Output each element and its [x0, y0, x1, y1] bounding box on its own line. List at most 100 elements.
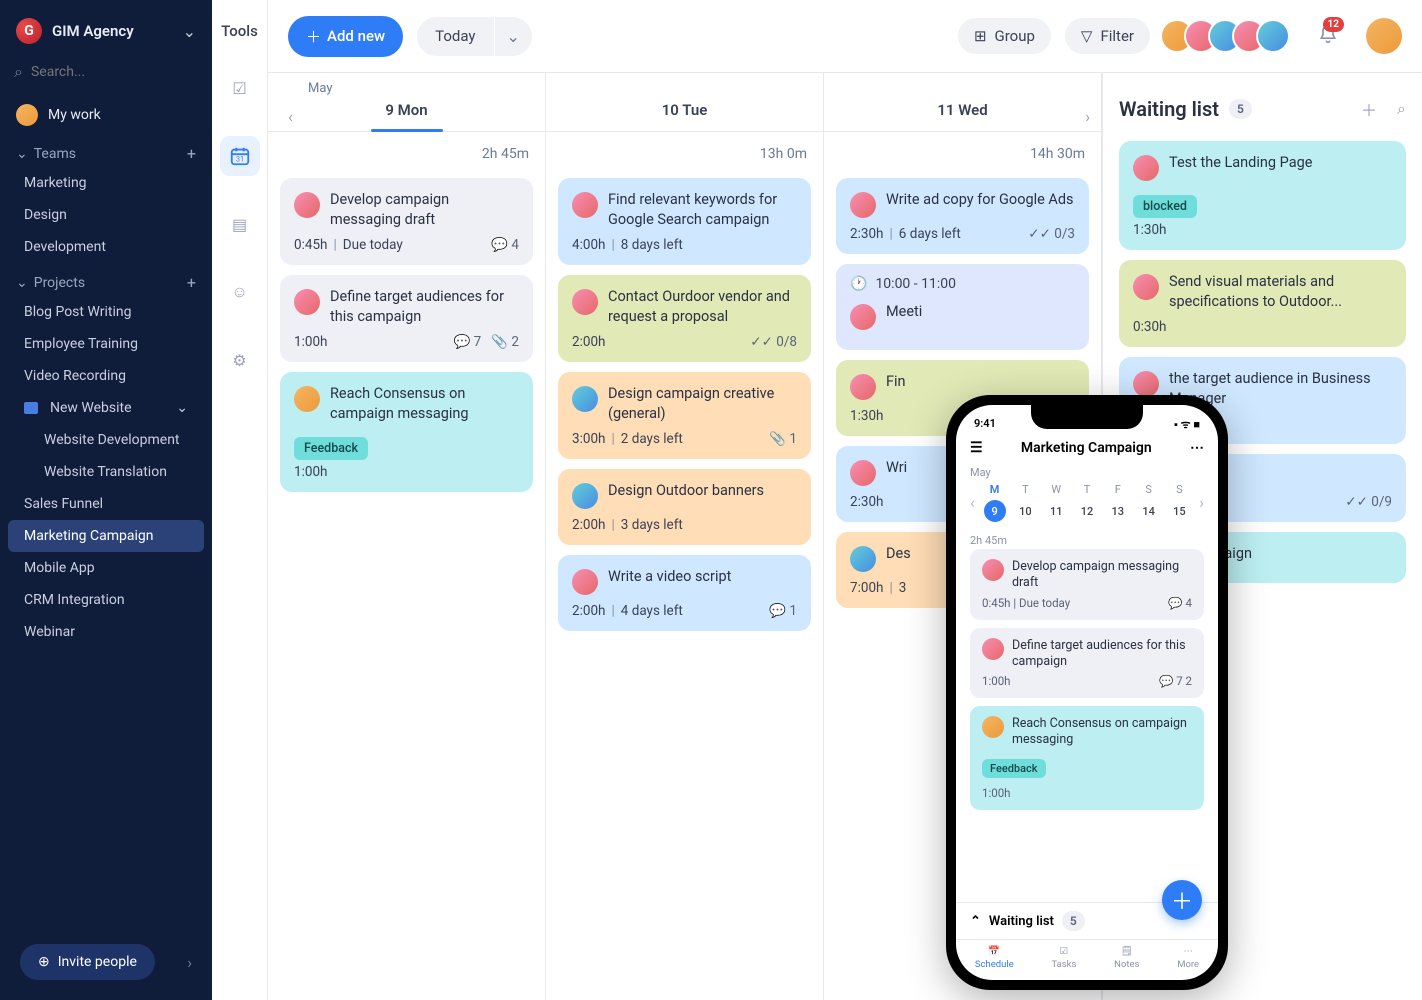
- member-avatars[interactable]: [1170, 19, 1290, 53]
- avatar: [850, 192, 876, 218]
- next-day[interactable]: ›: [1085, 107, 1090, 126]
- waiting-card[interactable]: Send visual materials and specifications…: [1119, 260, 1406, 347]
- phone-prev[interactable]: ‹: [970, 493, 975, 512]
- phone-month: May: [970, 466, 1204, 479]
- filter-icon: ▽: [1081, 27, 1093, 45]
- task-card[interactable]: Reach Consensus on campaign messagingFee…: [280, 372, 533, 492]
- add-project-icon[interactable]: +: [187, 273, 196, 292]
- sidebar-item[interactable]: Marketing Campaign: [8, 520, 204, 552]
- search-row[interactable]: ⌕: [14, 62, 198, 82]
- sidebar-item[interactable]: New Website⌄: [8, 392, 204, 424]
- schedule-board: May ‹ › 9 Mon2h 45mDevelop campaign mess…: [268, 72, 1422, 1000]
- add-new-button[interactable]: ＋ Add new: [288, 16, 403, 57]
- task-card[interactable]: Write a video script2:00h|4 days left💬 1: [558, 555, 811, 631]
- sidebar-item[interactable]: Sales Funnel: [8, 488, 204, 520]
- projects-section[interactable]: ⌄ Projects +: [0, 263, 212, 296]
- task-card[interactable]: Contact Ourdoor vendor and request a pro…: [558, 275, 811, 362]
- avatar: [294, 386, 320, 412]
- phone-tab[interactable]: 🗒Notes: [1114, 946, 1139, 970]
- task-card[interactable]: Define target audiences for this campaig…: [280, 275, 533, 362]
- phone-day[interactable]: T10: [1014, 483, 1036, 522]
- group-button[interactable]: ⊞ Group: [958, 18, 1051, 54]
- gear-icon[interactable]: ⚙: [220, 340, 260, 380]
- today-button[interactable]: Today: [417, 17, 493, 56]
- workspace-switcher[interactable]: G GIM Agency ⌄: [0, 0, 212, 56]
- comment-icon: 💬 1: [769, 603, 797, 619]
- sidebar-item[interactable]: Marketing: [8, 167, 204, 199]
- agency-name: GIM Agency: [52, 22, 173, 40]
- phone-day[interactable]: S14: [1138, 483, 1160, 522]
- sidebar-item[interactable]: Website Translation: [8, 456, 204, 488]
- prev-day[interactable]: ‹: [288, 107, 293, 126]
- more-icon[interactable]: ⋯: [1190, 440, 1204, 456]
- waiting-card[interactable]: Test the Landing Pageblocked1:30h: [1119, 141, 1406, 250]
- attachment-icon: 📎 2: [491, 334, 519, 350]
- my-work[interactable]: My work: [0, 96, 212, 134]
- phone-day[interactable]: M9: [984, 483, 1006, 522]
- document-icon[interactable]: ▤: [220, 204, 260, 244]
- sidebar-item[interactable]: Design: [8, 199, 204, 231]
- phone-fab[interactable]: ＋: [1162, 880, 1202, 920]
- sidebar-item[interactable]: Development: [8, 231, 204, 263]
- day-header[interactable]: 9 Mon: [268, 73, 545, 132]
- phone-task-card[interactable]: Develop campaign messaging draft0:45h | …: [970, 549, 1204, 620]
- sidebar-item[interactable]: Blog Post Writing: [8, 296, 204, 328]
- user-avatar[interactable]: [1366, 18, 1402, 54]
- avatar: [850, 460, 876, 486]
- sidebar: G GIM Agency ⌄ ⌕ My work ⌄ Teams + Marke…: [0, 0, 212, 1000]
- checklist-icon[interactable]: ☑: [220, 68, 260, 108]
- avatar: [850, 304, 876, 330]
- sidebar-item[interactable]: CRM Integration: [8, 584, 204, 616]
- task-card[interactable]: Write ad copy for Google Ads2:30h|6 days…: [836, 178, 1089, 254]
- day-header[interactable]: 11 Wed: [824, 73, 1101, 132]
- avatar: [572, 289, 598, 315]
- avatar: [16, 104, 38, 126]
- sidebar-item[interactable]: Employee Training: [8, 328, 204, 360]
- checklist-icon: ✓✓ 0/8: [750, 334, 797, 350]
- calendar-icon[interactable]: 31: [220, 136, 260, 176]
- phone-day[interactable]: T12: [1076, 483, 1098, 522]
- sidebar-item[interactable]: Video Recording: [8, 360, 204, 392]
- task-card[interactable]: Develop campaign messaging draft0:45h|Du…: [280, 178, 533, 265]
- my-work-label: My work: [48, 107, 101, 123]
- phone-next[interactable]: ›: [1199, 493, 1204, 512]
- teams-section[interactable]: ⌄ Teams +: [0, 134, 212, 167]
- task-card[interactable]: Find relevant keywords for Google Search…: [558, 178, 811, 265]
- invite-people-button[interactable]: ⊕ Invite people: [20, 944, 155, 980]
- day-header[interactable]: 10 Tue: [546, 73, 823, 132]
- search-waiting-icon[interactable]: ⌕: [1397, 99, 1406, 119]
- search-icon: ⌕: [14, 62, 23, 82]
- avatar: [294, 192, 320, 218]
- add-team-icon[interactable]: +: [187, 144, 196, 163]
- comment-icon: 💬 7: [454, 334, 482, 350]
- sidebar-item[interactable]: Mobile App: [8, 552, 204, 584]
- sidebar-item[interactable]: Webinar: [8, 616, 204, 648]
- phone-tab[interactable]: ⋯More: [1177, 946, 1199, 970]
- phone-day[interactable]: F13: [1107, 483, 1129, 522]
- add-waiting-icon[interactable]: ＋: [1361, 97, 1377, 121]
- task-card[interactable]: Design Outdoor banners2:00h|3 days left: [558, 469, 811, 545]
- chevron-right-icon[interactable]: ›: [187, 953, 192, 972]
- phone-tab[interactable]: 📅Schedule: [975, 946, 1014, 970]
- filter-button[interactable]: ▽ Filter: [1065, 18, 1150, 54]
- phone-sum: 2h 45m: [956, 528, 1218, 549]
- sidebar-item[interactable]: Website Development: [8, 424, 204, 456]
- person-icon[interactable]: ☺: [220, 272, 260, 312]
- notifications[interactable]: 12: [1318, 23, 1338, 49]
- task-card[interactable]: Design campaign creative (general)3:00h|…: [558, 372, 811, 459]
- search-input[interactable]: [31, 64, 209, 80]
- avatar: [1133, 274, 1159, 300]
- menu-icon[interactable]: ☰: [970, 440, 983, 456]
- svg-text:31: 31: [235, 155, 243, 164]
- tool-rail: Tools ☑ 31 ▤ ☺ ⚙: [212, 0, 268, 1000]
- phone-task-card[interactable]: Reach Consensus on campaign messagingFee…: [970, 706, 1204, 810]
- task-card[interactable]: 🕐10:00 - 11:00Meeti: [836, 264, 1089, 350]
- phone-tab[interactable]: ☑Tasks: [1051, 946, 1076, 970]
- phone-day[interactable]: W11: [1045, 483, 1067, 522]
- checklist-icon: ✓✓ 0/3: [1028, 226, 1075, 242]
- phone-task-card[interactable]: Define target audiences for this campaig…: [970, 628, 1204, 699]
- avatar: [982, 559, 1004, 581]
- comment-icon: 💬 7 2: [1159, 674, 1192, 688]
- today-dropdown[interactable]: ⌄: [495, 17, 532, 56]
- phone-day[interactable]: S15: [1168, 483, 1190, 522]
